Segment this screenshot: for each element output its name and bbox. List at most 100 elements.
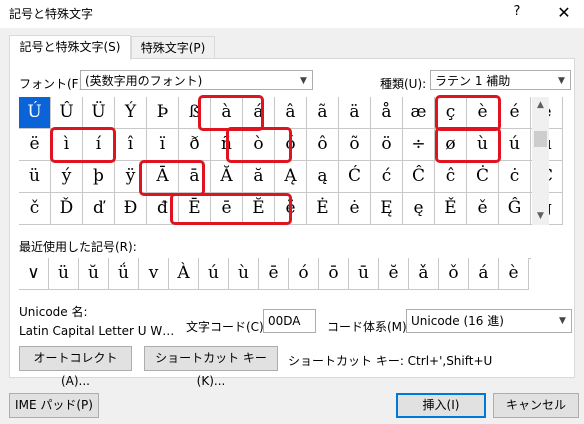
highlight-annotation (50, 127, 116, 163)
symbol-cell[interactable]: é (499, 97, 531, 129)
symbol-cell[interactable]: ü (19, 161, 51, 193)
symbol-cell[interactable]: Ę (371, 193, 403, 225)
symbol-cell[interactable]: Û (51, 97, 83, 129)
symbol-cell[interactable]: ë (19, 129, 51, 161)
ime-pad-button[interactable]: IME パッド(P) (9, 393, 99, 418)
symbol-cell[interactable]: Ď (51, 193, 83, 225)
chevron-down-icon: ▼ (300, 76, 307, 86)
chevron-down-icon: ▼ (559, 316, 566, 326)
shortcut-key-button[interactable]: ショートカット キー(K)... (144, 346, 278, 388)
recent-symbol-cell[interactable]: ū (349, 258, 379, 290)
close-button[interactable]: ✕ (552, 3, 576, 25)
symbol-cell[interactable]: ð (179, 129, 211, 161)
autocorrect-button[interactable]: オートコレクト(A)... (19, 346, 132, 388)
font-select-value: (英数字用のフォント) (85, 74, 203, 88)
recent-symbol-cell[interactable]: ĕ (379, 258, 409, 290)
symbol-cell[interactable]: Þ (147, 97, 179, 129)
symbol-cell[interactable]: þ (83, 161, 115, 193)
symbol-cell[interactable]: å (371, 97, 403, 129)
symbol-cell[interactable]: õ (339, 129, 371, 161)
symbol-cell[interactable]: Ĉ (403, 161, 435, 193)
recent-symbol-cell[interactable]: ǒ (439, 258, 469, 290)
recent-symbol-cell[interactable]: ǎ (409, 258, 439, 290)
highlight-annotation (226, 127, 292, 163)
unicode-name-label: Unicode 名: (19, 305, 88, 319)
subset-label: 種類(U): (380, 77, 427, 91)
symbol-cell[interactable]: Ĝ (499, 193, 531, 225)
highlight-annotation (170, 193, 292, 225)
symbol-cell[interactable]: ô (307, 129, 339, 161)
recent-symbol-cell[interactable]: ù (229, 258, 259, 290)
tab-symbols[interactable]: 記号と特殊文字(S) (9, 35, 131, 60)
symbol-cell[interactable]: č (19, 193, 51, 225)
symbol-cell[interactable]: ė (339, 193, 371, 225)
symbol-cell[interactable]: ċ (499, 161, 531, 193)
tab-special-characters[interactable]: 特殊文字(P) (131, 36, 215, 59)
chevron-down-icon: ▼ (558, 76, 565, 86)
highlight-annotation (435, 95, 501, 131)
symbol-cell[interactable]: Đ (115, 193, 147, 225)
symbol-cell[interactable]: ě (467, 193, 499, 225)
symbol-cell[interactable]: æ (403, 97, 435, 129)
symbol-grid-scrollbar[interactable]: ▲ ▼ (532, 97, 549, 225)
insert-button[interactable]: 挿入(I) (396, 393, 486, 418)
symbol-cell[interactable]: ö (371, 129, 403, 161)
symbol-cell[interactable]: Ü (83, 97, 115, 129)
cancel-button[interactable]: キャンセル (493, 393, 579, 418)
code-system-select[interactable]: Unicode (16 進) ▼ (406, 309, 572, 333)
help-button[interactable]: ? (506, 4, 528, 24)
symbol-cell[interactable]: Ý (115, 97, 147, 129)
recent-symbol-cell[interactable]: ü (49, 258, 79, 290)
code-system-label: コード体系(M): (327, 320, 411, 334)
recent-symbol-cell[interactable]: á (469, 258, 499, 290)
font-select[interactable]: (英数字用のフォント) ▼ (80, 70, 313, 90)
symbol-cell[interactable]: Ė (307, 193, 339, 225)
symbol-cell[interactable]: ĉ (435, 161, 467, 193)
symbol-cell[interactable]: ã (307, 97, 339, 129)
recent-symbol-cell[interactable]: ō (319, 258, 349, 290)
scroll-thumb[interactable] (534, 131, 547, 147)
symbol-cell[interactable]: ć (371, 161, 403, 193)
symbol-cell[interactable]: Ě (435, 193, 467, 225)
symbol-cell[interactable]: ă (243, 161, 275, 193)
recent-symbol-cell[interactable]: v (139, 258, 169, 290)
symbol-cell[interactable]: î (115, 129, 147, 161)
symbol-cell[interactable]: Ć (339, 161, 371, 193)
symbol-cell[interactable]: â (275, 97, 307, 129)
symbol-cell[interactable]: ý (51, 161, 83, 193)
recent-symbol-cell[interactable]: è (499, 258, 529, 290)
scroll-up-icon[interactable]: ▲ (532, 97, 549, 114)
font-label: フォント(F): (19, 77, 88, 91)
title-bar: 記号と特殊文字 ? ✕ (0, 0, 584, 28)
subset-select-value: ラテン 1 補助 (435, 74, 511, 88)
recent-symbol-cell[interactable]: ǘ (109, 258, 139, 290)
subset-select[interactable]: ラテン 1 補助 ▼ (430, 70, 571, 90)
shortcut-key-text: ショートカット キー: Ctrl+',Shift+U (288, 354, 493, 368)
highlight-annotation (139, 160, 205, 196)
symbol-cell[interactable]: ú (499, 129, 531, 161)
symbol-cell[interactable]: ä (339, 97, 371, 129)
recent-symbol-cell[interactable]: ú (199, 258, 229, 290)
symbol-cell[interactable]: ę (403, 193, 435, 225)
recent-symbol-cell[interactable]: ŭ (79, 258, 109, 290)
symbol-cell[interactable]: Ú (19, 97, 51, 129)
recent-symbol-cell[interactable]: ó (289, 258, 319, 290)
recent-symbol-cell[interactable]: À (169, 258, 199, 290)
window-title: 記号と特殊文字 (9, 7, 94, 21)
recent-label: 最近使用した記号(R): (19, 240, 137, 254)
symbol-cell[interactable]: Ą (275, 161, 307, 193)
symbol-cell[interactable]: Ă (211, 161, 243, 193)
scroll-down-icon[interactable]: ▼ (532, 208, 549, 225)
recent-symbol-cell[interactable]: ∨ (19, 258, 49, 290)
character-code-input[interactable]: 00DA (263, 309, 316, 333)
recent-symbol-cell[interactable]: ē (259, 258, 289, 290)
unicode-name-value: Latin Capital Letter U W… (19, 324, 175, 338)
highlight-annotation (435, 127, 501, 163)
symbol-cell[interactable]: ď (83, 193, 115, 225)
symbol-cell[interactable]: ą (307, 161, 339, 193)
symbol-cell[interactable]: ï (147, 129, 179, 161)
symbol-cell[interactable]: Ċ (467, 161, 499, 193)
symbol-cell[interactable]: ÷ (403, 129, 435, 161)
code-system-value: Unicode (16 進) (411, 314, 504, 328)
highlight-annotation (198, 95, 264, 131)
